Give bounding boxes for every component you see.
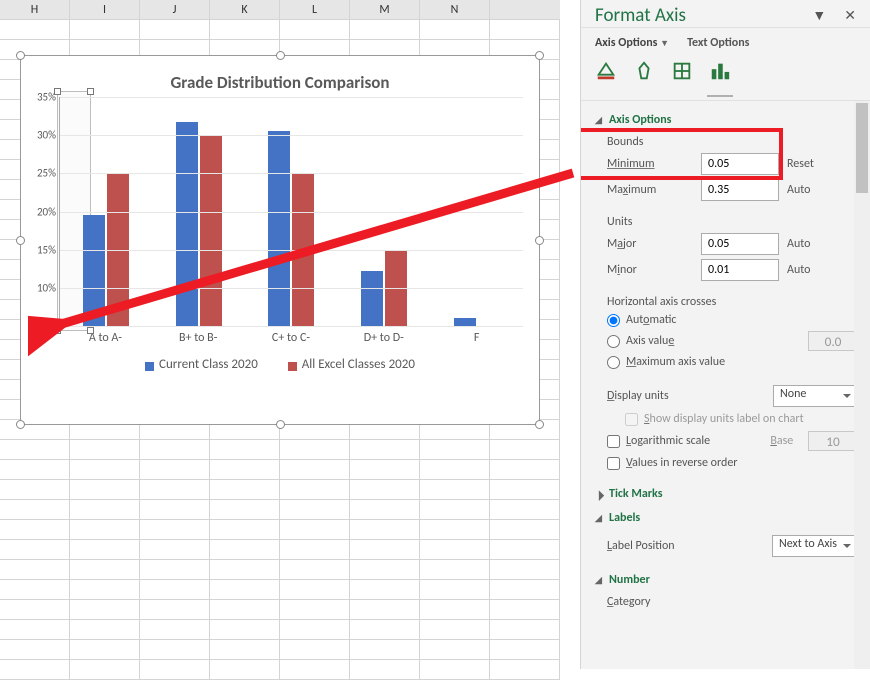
chart-title[interactable]: Grade Distribution Comparison	[21, 56, 539, 97]
crosses-automatic-radio[interactable]	[607, 314, 620, 327]
log-base-input	[808, 431, 858, 451]
resize-handle[interactable]	[16, 420, 25, 429]
legend-item[interactable]: Current Class 2020	[145, 357, 258, 372]
crosses-axis-value-input	[808, 331, 858, 351]
column-header[interactable]: K	[210, 0, 280, 19]
section-labels[interactable]: ◢Labels	[585, 505, 870, 529]
format-axis-pane: Format Axis ▼ ✕ Axis Options ▼ Text Opti…	[580, 0, 870, 669]
maximum-label: Maximum	[607, 183, 695, 197]
section-number[interactable]: ◢Number	[585, 567, 870, 591]
chart-legend[interactable]: Current Class 2020 All Excel Classes 2020	[21, 357, 539, 372]
column-header[interactable]: J	[140, 0, 210, 19]
column-header[interactable]: L	[280, 0, 350, 19]
pane-scrollbar[interactable]	[854, 101, 870, 669]
legend-item[interactable]: All Excel Classes 2020	[288, 357, 415, 372]
column-header[interactable]: M	[350, 0, 420, 19]
resize-handle[interactable]	[535, 51, 544, 60]
embedded-chart[interactable]: Grade Distribution Comparison 5%10%15%20…	[20, 55, 540, 425]
minor-label: Minor	[607, 263, 695, 277]
x-tick-label: A to A-	[70, 331, 140, 345]
label-position-label: Label Position	[607, 539, 707, 553]
minimum-label: Minimum	[607, 157, 695, 171]
column-headers: HIJKLMN	[0, 0, 560, 20]
auto-label: Auto	[785, 183, 825, 197]
bar[interactable]	[268, 131, 290, 326]
crosses-axis-value-radio[interactable]	[607, 335, 620, 348]
reverse-order-checkbox[interactable]	[607, 457, 620, 470]
section-tick-marks[interactable]: ◢Tick Marks	[585, 481, 870, 505]
minor-unit-input[interactable]	[701, 259, 779, 281]
y-tick-label: 15%	[37, 243, 56, 256]
display-units-label: Display units	[607, 389, 707, 403]
effects-icon[interactable]	[633, 60, 655, 86]
y-tick-label: 10%	[37, 281, 56, 294]
major-unit-input[interactable]	[701, 233, 779, 255]
y-tick-label: 5%	[43, 320, 56, 333]
show-units-label-checkbox	[625, 413, 638, 426]
column-header[interactable]: I	[70, 0, 140, 19]
label-position-combo[interactable]: Next to Axis	[772, 535, 858, 557]
axis-options-icon[interactable]	[709, 60, 731, 86]
y-tick-label: 30%	[37, 129, 56, 142]
close-icon[interactable]: ✕	[840, 5, 860, 26]
bar[interactable]	[361, 271, 383, 326]
column-header[interactable]: N	[420, 0, 490, 19]
fill-line-icon[interactable]	[595, 60, 617, 86]
bounds-label: Bounds	[607, 135, 858, 149]
y-tick-label: 25%	[37, 167, 56, 180]
column-header[interactable]: H	[0, 0, 70, 19]
size-properties-icon[interactable]	[671, 60, 693, 86]
major-label: Major	[607, 237, 695, 251]
x-tick-label: F	[442, 331, 512, 345]
reset-button[interactable]: Reset	[785, 157, 825, 171]
plot-area[interactable]: 5%10%15%20%25%30%35%	[59, 97, 523, 327]
y-tick-label: 35%	[37, 91, 56, 104]
category-label: Category	[607, 595, 858, 609]
display-units-combo[interactable]: None	[773, 385, 858, 407]
bar[interactable]	[200, 135, 222, 326]
x-tick-label: B+ to B-	[163, 331, 233, 345]
bar[interactable]	[176, 122, 198, 326]
resize-handle[interactable]	[535, 420, 544, 429]
crosses-max-radio[interactable]	[607, 356, 620, 369]
spreadsheet-grid[interactable]: HIJKLMN Grade Distribution Comparison 5%…	[0, 0, 560, 669]
crosses-label: Horizontal axis crosses	[607, 295, 858, 309]
category-axis-labels[interactable]: A to A- B+ to B- C+ to C- D+ to D- F	[59, 331, 523, 345]
minimum-input[interactable]	[701, 153, 779, 175]
tab-text-options[interactable]: Text Options	[687, 36, 749, 50]
bar[interactable]	[454, 318, 476, 326]
scrollbar-thumb[interactable]	[856, 103, 868, 193]
bar[interactable]	[83, 215, 105, 326]
x-tick-label: C+ to C-	[256, 331, 326, 345]
tab-axis-options[interactable]: Axis Options ▼	[595, 36, 669, 50]
units-label: Units	[607, 215, 858, 229]
maximum-input[interactable]	[701, 179, 779, 201]
task-pane-options-icon[interactable]: ▼	[808, 5, 830, 26]
pane-title: Format Axis	[595, 4, 686, 27]
y-tick-label: 20%	[37, 205, 56, 218]
section-axis-options[interactable]: ◢Axis Options	[585, 107, 870, 131]
resize-handle[interactable]	[276, 51, 285, 60]
resize-handle[interactable]	[276, 420, 285, 429]
log-scale-checkbox[interactable]	[607, 435, 620, 448]
x-tick-label: D+ to D-	[349, 331, 419, 345]
resize-handle[interactable]	[535, 236, 544, 245]
resize-handle[interactable]	[16, 236, 25, 245]
resize-handle[interactable]	[16, 51, 25, 60]
